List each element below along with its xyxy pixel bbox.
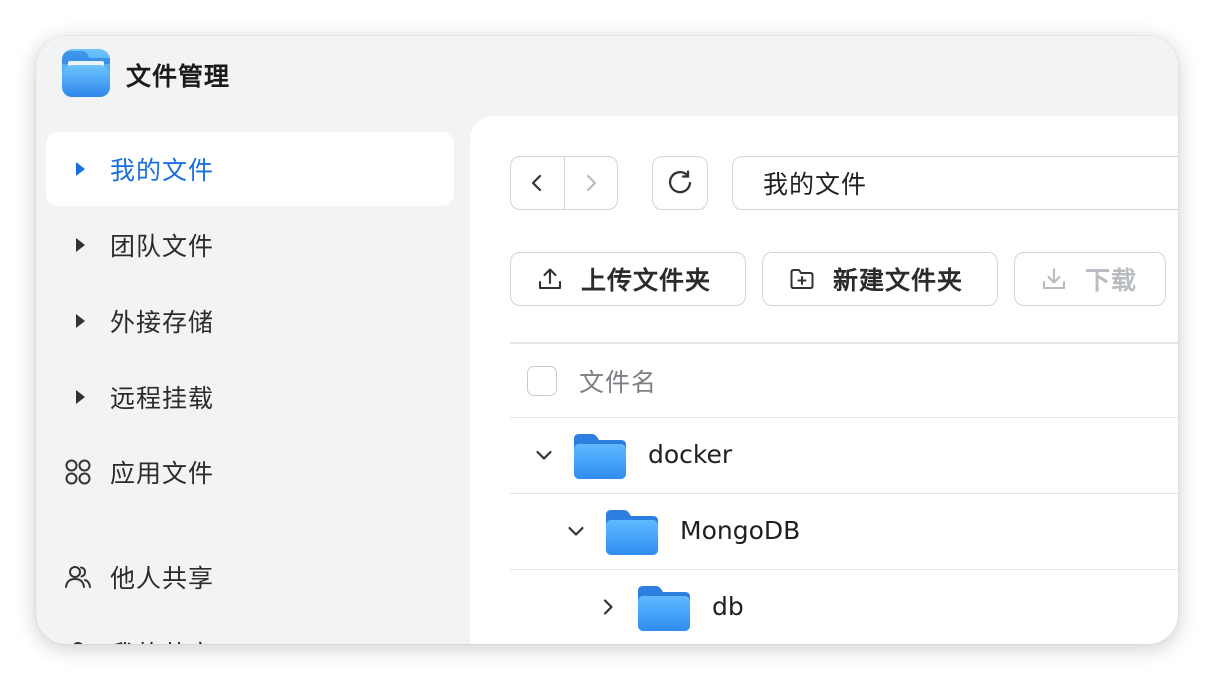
file-name[interactable]: docker [648,440,732,469]
history-nav-group [510,156,618,210]
chevron-down-icon[interactable] [531,442,557,468]
sidebar-item-label: 远程挂载 [110,384,215,413]
chevron-down-icon[interactable] [563,518,589,544]
user-icon [46,616,110,644]
table-row[interactable]: db [510,570,1178,644]
sidebar-item-my-shares[interactable]: 我的共享 [46,616,454,644]
select-all-checkbox[interactable] [527,365,557,396]
file-manager-window: 文件管理 我的文件 团队文件 外接存储 远程挂载 应用文件 他人共享 我的文件 … [36,36,1178,644]
folder-icon [606,510,658,555]
sidebar-item-remote-mount[interactable]: 远程挂载 [46,360,454,434]
path-bar[interactable]: 我的文件 [732,156,1178,210]
main-panel: 我的文件 上传文件夹 新建文件夹 下载 文件名 docker MongoDB d… [470,116,1178,644]
sidebar-item-my-files[interactable]: 我的文件 [46,132,454,206]
sidebar-item-label: 我的文件 [110,156,215,185]
folder-icon [574,434,626,479]
folder-app-icon [62,49,110,97]
sidebar-item-label: 我的共享 [110,635,214,644]
sidebar-item-shared-with-me[interactable]: 他人共享 [46,540,454,614]
folder-icon [638,586,690,631]
caret-right-icon [46,284,110,358]
title-bar: 文件管理 [36,36,1178,112]
sidebar-item-label: 团队文件 [110,232,215,261]
sidebar: 我的文件 团队文件 外接存储 远程挂载 应用文件 他人共享 [36,132,470,644]
chevron-left-icon [532,174,542,192]
apps-grid-icon [46,435,110,509]
table-row[interactable]: MongoDB [510,494,1178,570]
refresh-icon [668,170,692,194]
file-name[interactable]: MongoDB [680,516,800,545]
chevron-right-icon[interactable] [595,594,621,620]
sidebar-item-external-storage[interactable]: 外接存储 [46,284,454,358]
table-row[interactable]: docker [510,418,1178,494]
sidebar-item-label: 外接存储 [110,308,215,337]
refresh-button[interactable] [652,156,708,210]
download-button[interactable]: 下载 [1014,252,1166,306]
users-icon [46,540,110,614]
upload-folder-label: 上传文件夹 [581,266,712,295]
sidebar-item-app-files[interactable]: 应用文件 [46,435,454,509]
download-icon [1041,266,1067,292]
app-title: 文件管理 [126,62,231,91]
forward-button[interactable] [563,157,618,209]
caret-right-icon [46,132,110,206]
folder-plus-icon [789,266,815,292]
upload-folder-button[interactable]: 上传文件夹 [510,252,746,306]
sidebar-item-label: 应用文件 [110,459,215,488]
sidebar-item-label: 他人共享 [110,564,215,593]
new-folder-button[interactable]: 新建文件夹 [762,252,998,306]
caret-right-icon [46,208,110,282]
chevron-right-icon [586,174,596,192]
back-button[interactable] [511,157,564,209]
path-text: 我的文件 [763,170,868,199]
download-label: 下载 [1085,266,1138,295]
table-header: 文件名 [510,344,1178,418]
sidebar-item-team-files[interactable]: 团队文件 [46,208,454,282]
caret-right-icon [46,360,110,434]
upload-icon [537,266,563,292]
file-name[interactable]: db [712,592,744,621]
new-folder-label: 新建文件夹 [833,266,964,295]
column-header-name[interactable]: 文件名 [579,363,657,399]
